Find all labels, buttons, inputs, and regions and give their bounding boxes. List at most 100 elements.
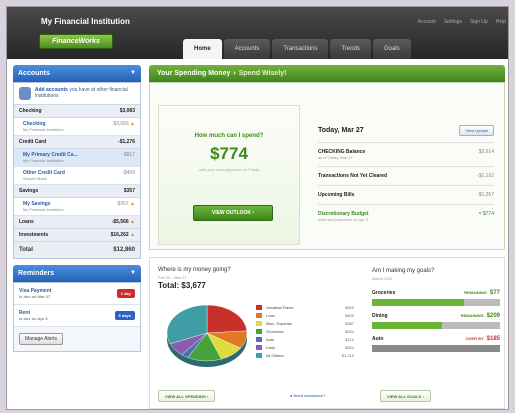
main-tabs: Home Accounts Transactions Trends Goals xyxy=(183,39,411,59)
institution-name: My Financial Institution xyxy=(41,17,130,26)
goal-auto[interactable]: Auto OVER BY $185 xyxy=(372,336,500,352)
account-savings[interactable]: My Savings My Financial Institution $357 … xyxy=(14,198,140,216)
due-badge: 1 day xyxy=(116,289,135,298)
view-all-spending-button[interactable]: VIEW ALL SPENDING › xyxy=(158,390,216,402)
legend-label: Groceries xyxy=(266,328,284,334)
top-link[interactable]: Settings xyxy=(444,19,462,25)
today-title: Today, Mar 27 xyxy=(318,127,364,134)
legend-item[interactable]: Cash $304 xyxy=(256,343,354,351)
legend-item[interactable]: Groceries $534 xyxy=(256,327,354,335)
reminders-header: Reminders ▼ xyxy=(13,265,141,282)
legend-label: Cash xyxy=(266,344,276,350)
add-accounts-row: Add accounts you have at other financial… xyxy=(14,83,140,105)
group-checking[interactable]: Checking $3,083 xyxy=(14,105,140,118)
spend-amount: $774 xyxy=(210,144,248,163)
due-badge: 6 days xyxy=(114,311,135,320)
reminders-title: Reminders xyxy=(18,270,55,277)
warning-icon: ▲ xyxy=(130,232,135,238)
goal-groceries[interactable]: Groceries REMAINING $77 xyxy=(372,290,500,306)
tab-accounts[interactable]: Accounts xyxy=(223,39,271,59)
legend-amount: $534 xyxy=(345,328,354,334)
legend-label: Misc. Expense xyxy=(266,320,293,326)
financeworks-logo: FinanceWorks xyxy=(39,34,113,49)
group-credit-card[interactable]: Credit Card -$1,276 xyxy=(14,136,140,149)
tab-goals[interactable]: Goals xyxy=(372,39,411,59)
legend-swatch xyxy=(256,312,262,318)
account-other-credit-card[interactable]: Other Credit Card Second Bank -$459 xyxy=(14,167,140,185)
main-content: Your Spending Money › Spend Wisely! How mu… xyxy=(149,65,505,409)
view-all-goals-button[interactable]: VIEW ALL GOALS › xyxy=(380,390,431,402)
group-loans[interactable]: Loans -$5,566 ▲ xyxy=(14,216,140,229)
tab-home[interactable]: Home xyxy=(183,39,222,59)
where-date-range: Feb 25 - Mar 27 xyxy=(158,275,187,280)
help-icon: ● xyxy=(290,393,293,398)
spend-card: How much can I spend? $774 until your ne… xyxy=(158,105,300,245)
legend-item[interactable]: Vacation/Travel $920 xyxy=(256,303,354,311)
spending-money-header: Your Spending Money › Spend Wisely! xyxy=(149,65,505,82)
legend-swatch xyxy=(256,336,262,342)
top-link[interactable]: Account xyxy=(418,19,436,25)
legend-label: Loan xyxy=(266,312,275,318)
legend-item[interactable]: Auto $112 xyxy=(256,335,354,343)
app-window: My Financial Institution FinanceWorks Ac… xyxy=(6,6,509,410)
sidebar: Accounts ▼ Add accounts you have at othe… xyxy=(13,65,141,352)
summary-row: Discretionary Budget until next paycheck … xyxy=(318,211,494,222)
manage-alerts-button[interactable]: Manage Alerts xyxy=(19,333,63,345)
legend-label: Vacation/Travel xyxy=(266,304,294,310)
goals-title: Am I making my goals? xyxy=(372,268,435,274)
legend-amount: $1,210 xyxy=(341,352,354,358)
legend-item[interactable]: Misc. Expense $387 xyxy=(256,319,354,327)
legend-item[interactable]: Loan $400 xyxy=(256,311,354,319)
tab-transactions[interactable]: Transactions xyxy=(272,39,329,59)
reminder-item[interactable]: Visa Payment is due on Mar 27 1 day xyxy=(14,283,140,305)
top-bar: My Financial Institution FinanceWorks Ac… xyxy=(7,7,508,59)
summary-row: CHECKING Balance as of Today, Mar 27 $3,6… xyxy=(318,143,494,167)
accounts-title: Accounts xyxy=(18,70,50,77)
group-investments[interactable]: Investments $16,262 ▲ xyxy=(14,229,140,242)
collapse-icon[interactable]: ▼ xyxy=(130,265,136,282)
accounts-total: Total $12,860 xyxy=(14,242,140,258)
top-link[interactable]: Sign Up xyxy=(470,19,488,25)
legend-label: Auto xyxy=(266,336,275,342)
pie-slice[interactable] xyxy=(206,304,248,334)
legend-amount: $400 xyxy=(345,312,354,318)
legend-amount: $920 xyxy=(345,304,354,310)
group-savings[interactable]: Savings $357 xyxy=(14,185,140,198)
spending-panel: How much can I spend? $774 until your ne… xyxy=(149,82,505,250)
spend-question: How much can I spend? xyxy=(194,133,264,139)
view-outlook-button[interactable]: VIEW OUTLOOK › xyxy=(193,205,273,221)
legend-label: All Others xyxy=(266,352,284,358)
today-summary: Today, Mar 27 View Update CHECKING Balan… xyxy=(318,125,494,228)
account-primary-credit-card[interactable]: My Primary Credit Ca... My Financial Inst… xyxy=(14,149,140,167)
collapse-icon[interactable]: ▼ xyxy=(130,65,136,82)
accounts-header: Accounts ▼ xyxy=(13,65,141,82)
reminder-item[interactable]: Rent is due on Apr 6 6 days xyxy=(14,305,140,327)
spend-note: until your next paycheck on Friday xyxy=(198,167,260,172)
goals-month: March 2011 xyxy=(372,276,393,281)
top-link[interactable]: Help xyxy=(496,19,506,25)
warning-icon: ▲ xyxy=(130,121,135,127)
top-links: Account Settings Sign Up Help xyxy=(418,19,506,25)
goal-dining[interactable]: Dining REMAINING $209 xyxy=(372,313,500,329)
legend-swatch xyxy=(256,328,262,334)
legend-swatch xyxy=(256,304,262,310)
accounts-panel: Add accounts you have at other financial… xyxy=(13,82,141,259)
summary-row: Upcoming Bills -$1,367 xyxy=(318,186,494,205)
reminders-panel: Visa Payment is due on Mar 27 1 day Rent i… xyxy=(13,282,141,352)
lower-panel: Where is my money going? Feb 25 - Mar 27… xyxy=(149,257,505,409)
account-checking[interactable]: Checking My Financial Institution $3,083 … xyxy=(14,118,140,136)
spending-total: Total: $3,677 xyxy=(158,281,206,290)
view-update-button[interactable]: View Update xyxy=(459,125,494,136)
warning-icon: ▲ xyxy=(130,219,135,225)
legend-item[interactable]: All Others $1,210 xyxy=(256,351,354,359)
warning-icon: ▲ xyxy=(130,201,135,207)
legend-amount: $387 xyxy=(345,320,354,326)
spending-pie-chart xyxy=(166,304,248,367)
goal-progress-bar xyxy=(372,345,500,352)
goal-progress-bar xyxy=(372,322,500,329)
goal-progress-bar xyxy=(372,299,500,306)
tab-trends[interactable]: Trends xyxy=(330,39,371,59)
summary-row: Transactions Not Yet Cleared -$1,192 xyxy=(318,167,494,186)
help-link[interactable]: ● Need assistance? xyxy=(290,393,325,398)
legend-swatch xyxy=(256,320,262,326)
